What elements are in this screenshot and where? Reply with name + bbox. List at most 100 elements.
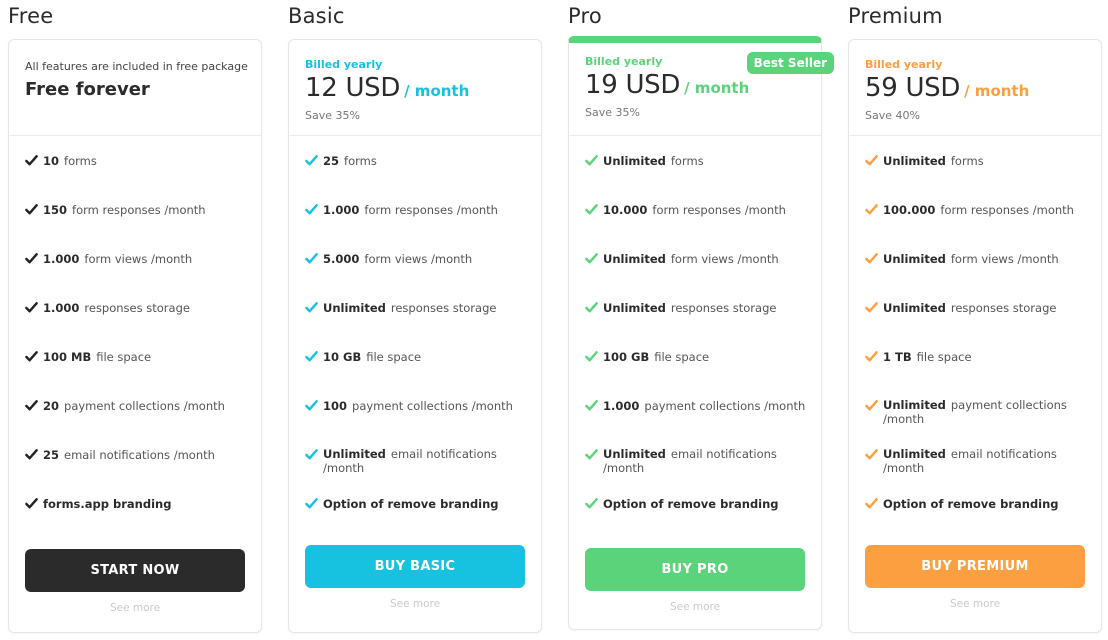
feature-item: Option of remove branding <box>585 479 821 528</box>
see-more-link[interactable]: See more <box>289 598 541 610</box>
feature-label: file space <box>366 350 422 364</box>
feature-item: 100 MB file space <box>25 332 261 381</box>
check-icon <box>585 155 598 166</box>
feature-item: Option of remove branding <box>865 479 1101 528</box>
feature-item: 1.000 form views /month <box>25 234 261 283</box>
price: 19 USD <box>585 70 681 100</box>
feature-list: 25 forms 1.000 form responses /month 5.000 fo… <box>289 136 541 528</box>
check-icon <box>305 351 318 362</box>
plan-free: Free All features are included in free p… <box>8 0 262 640</box>
feature-list: Unlimited forms 100.000 form responses /mon… <box>849 136 1101 528</box>
feature-item: Unlimited forms <box>585 136 821 185</box>
check-icon <box>585 302 598 313</box>
feature-label: forms <box>64 154 97 168</box>
feature-label: form views /month <box>364 252 473 266</box>
feature-label: Option of remove branding <box>883 497 1059 511</box>
feature-item: Unlimited responses storage <box>585 283 821 332</box>
check-icon <box>25 400 38 411</box>
check-icon <box>305 253 318 264</box>
feature-item: 10 GB file space <box>305 332 541 381</box>
feature-item: Unlimited email notifications /month <box>865 430 1101 479</box>
free-title: Free forever <box>25 79 150 100</box>
feature-item: 10.000 form responses /month <box>585 185 821 234</box>
feature-label: form responses /month <box>72 203 206 217</box>
feature-item: 1.000 responses storage <box>25 283 261 332</box>
check-icon <box>305 155 318 166</box>
check-icon <box>865 302 878 313</box>
check-icon <box>305 204 318 215</box>
see-more-link[interactable]: See more <box>569 601 821 613</box>
check-icon <box>25 155 38 166</box>
check-icon <box>305 498 318 509</box>
feature-value: 10 GB <box>323 350 362 364</box>
feature-label: payment collections /month <box>644 399 806 413</box>
savings-note: Save 35% <box>305 109 360 122</box>
feature-value: 10.000 <box>603 203 648 217</box>
feature-value: Unlimited <box>603 154 666 168</box>
feature-label: form views /month <box>950 252 1059 266</box>
feature-value: 100 GB <box>603 350 650 364</box>
check-icon <box>25 204 38 215</box>
price-row: 59 USD / month <box>865 73 1101 103</box>
feature-value: Unlimited <box>323 301 386 315</box>
feature-item: Unlimited email notifications /month <box>305 430 541 479</box>
basic-cta-button[interactable]: BUY BASIC <box>305 545 525 588</box>
feature-value: 25 <box>323 154 340 168</box>
check-icon <box>865 155 878 166</box>
plan-card: All features are included in free packag… <box>8 39 262 633</box>
feature-item: 5.000 form views /month <box>305 234 541 283</box>
see-more-link[interactable]: See more <box>9 602 261 614</box>
premium-cta-button[interactable]: BUY PREMIUM <box>865 545 1085 588</box>
feature-item: Unlimited email notifications /month <box>585 430 821 479</box>
feature-label: forms <box>670 154 704 168</box>
billing-period: Billed yearly <box>865 58 943 71</box>
feature-item: 150 form responses /month <box>25 185 261 234</box>
pro-cta-button[interactable]: BUY PRO <box>585 548 805 591</box>
feature-item: 20 payment collections /month <box>25 381 261 430</box>
feature-label: responses storage <box>84 301 190 315</box>
feature-value: Unlimited <box>323 447 386 461</box>
feature-label: responses storage <box>950 301 1057 315</box>
feature-label: email notifications /month <box>64 448 215 462</box>
feature-value: 1.000 <box>43 252 80 266</box>
check-icon <box>865 204 878 215</box>
savings-note: Save 40% <box>865 109 920 122</box>
feature-item: 100 GB file space <box>585 332 821 381</box>
feature-value: 1.000 <box>323 203 360 217</box>
feature-item: 100 payment collections /month <box>305 381 541 430</box>
feature-label: form views /month <box>670 252 779 266</box>
feature-label: file space <box>916 350 972 364</box>
plan-header: Billed yearly 12 USD / month Save 35% <box>289 40 541 136</box>
price: 59 USD <box>865 73 961 103</box>
feature-item: Unlimited forms <box>865 136 1101 185</box>
feature-item: 25 forms <box>305 136 541 185</box>
check-icon <box>585 400 598 411</box>
price-row: 19 USD / month <box>585 70 821 100</box>
price-period: / month <box>404 82 470 100</box>
free-cta-button[interactable]: START NOW <box>25 549 245 592</box>
feature-label: forms <box>950 154 984 168</box>
check-icon <box>585 204 598 215</box>
plan-premium: Premium Billed yearly 59 USD / month Save… <box>848 0 1102 640</box>
feature-label: payment collections /month <box>352 399 513 413</box>
see-more-link[interactable]: See more <box>849 598 1101 610</box>
check-icon <box>865 498 878 509</box>
feature-item: Unlimited payment collections /month <box>865 381 1101 430</box>
plan-header: Billed yearly 59 USD / month Save 40% <box>849 40 1101 136</box>
feature-label: form responses /month <box>652 203 786 217</box>
check-icon <box>865 351 878 362</box>
check-icon <box>305 400 318 411</box>
free-note: All features are included in free packag… <box>25 60 248 73</box>
feature-value: 100 <box>323 399 348 413</box>
plan-name: Basic <box>288 4 345 28</box>
price: 12 USD <box>305 73 401 103</box>
check-icon <box>585 449 598 460</box>
plan-header: All features are included in free packag… <box>9 40 261 136</box>
feature-label: file space <box>654 350 710 364</box>
feature-value: Unlimited <box>883 447 946 461</box>
feature-label: payment collections /month <box>64 399 225 413</box>
feature-item: 10 forms <box>25 136 261 185</box>
check-icon <box>25 351 38 362</box>
feature-value: 150 <box>43 203 68 217</box>
price-period: / month <box>964 82 1030 100</box>
